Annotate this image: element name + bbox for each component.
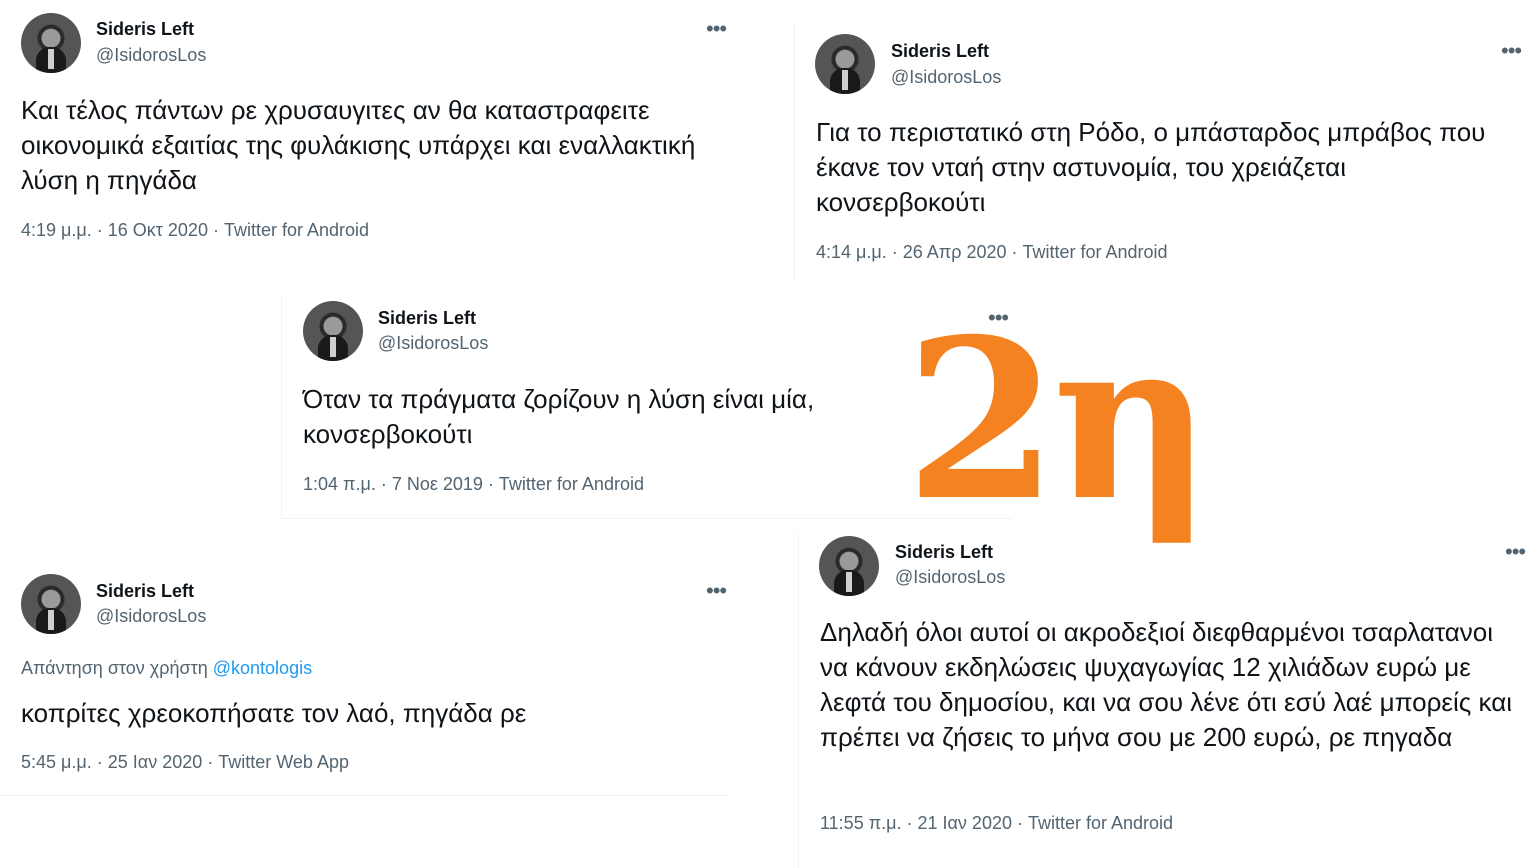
more-options-icon[interactable]: •••: [1505, 541, 1526, 563]
tweet-timestamp[interactable]: 4:14 μ.μ. · 26 Απρ 2020 · Twitter for An…: [816, 242, 1168, 263]
author-handle[interactable]: @IsidorosLos: [891, 67, 1001, 88]
tweet-text: Για το περιστατικό στη Ρόδο, ο μπάσταρδο…: [816, 117, 1486, 217]
avatar[interactable]: [819, 536, 879, 596]
author-name[interactable]: Sideris Left: [96, 581, 194, 602]
tweet-text: Όταν τα πράγματα ζορίζουν η λύση είναι μ…: [303, 384, 815, 449]
reply-mention-link[interactable]: @kontologis: [213, 658, 312, 678]
more-options-icon[interactable]: •••: [1501, 40, 1522, 62]
author-name[interactable]: Sideris Left: [96, 19, 194, 40]
avatar[interactable]: [21, 13, 81, 73]
tweet-card-2[interactable]: Sideris Left @IsidorosLos ••• Για το περ…: [794, 22, 1536, 280]
tweet-card-5[interactable]: Sideris Left @IsidorosLos ••• Δηλαδή όλο…: [798, 533, 1536, 868]
more-options-icon[interactable]: •••: [706, 580, 727, 602]
avatar[interactable]: [303, 301, 363, 361]
avatar[interactable]: [21, 574, 81, 634]
tweet-timestamp[interactable]: 1:04 π.μ. · 7 Νοε 2019 · Twitter for And…: [303, 474, 644, 495]
tweet-text: κοπρίτες χρεοκοπήσατε τον λαό, πηγάδα ρε: [21, 698, 527, 728]
author-handle[interactable]: @IsidorosLos: [96, 45, 206, 66]
tweet-text: Δηλαδή όλοι αυτοί οι ακροδεξιοί διεφθαρμ…: [820, 617, 1512, 752]
author-name[interactable]: Sideris Left: [891, 41, 989, 62]
tweet-text: Και τέλος πάντων ρε χρυσαυγιτες αν θα κα…: [21, 95, 696, 195]
author-handle[interactable]: @IsidorosLos: [96, 606, 206, 627]
author-handle[interactable]: @IsidorosLos: [895, 567, 1005, 588]
tweet-card-4[interactable]: Sideris Left @IsidorosLos ••• Απάντηση σ…: [0, 560, 730, 796]
author-name[interactable]: Sideris Left: [378, 308, 476, 329]
author-handle[interactable]: @IsidorosLos: [378, 333, 488, 354]
more-options-icon[interactable]: •••: [706, 18, 727, 40]
avatar[interactable]: [815, 34, 875, 94]
tweet-timestamp[interactable]: 11:55 π.μ. · 21 Ιαν 2020 · Twitter for A…: [820, 813, 1173, 834]
reply-prefix: Απάντηση στον χρήστη: [21, 658, 208, 678]
tweet-card-3[interactable]: Sideris Left @IsidorosLos ••• Όταν τα πρ…: [281, 296, 1012, 519]
overlay-label: 2η: [905, 290, 1212, 549]
tweet-card-1[interactable]: Sideris Left @IsidorosLos ••• Και τέλος …: [0, 0, 770, 258]
tweet-timestamp[interactable]: 5:45 μ.μ. · 25 Ιαν 2020 · Twitter Web Ap…: [21, 752, 349, 773]
reply-context: Απάντηση στον χρήστη @kontologis: [21, 658, 312, 679]
tweet-timestamp[interactable]: 4:19 μ.μ. · 16 Οκτ 2020 · Twitter for An…: [21, 220, 369, 241]
